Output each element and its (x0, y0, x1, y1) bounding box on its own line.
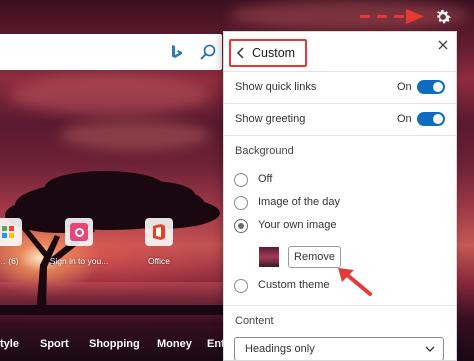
nav-item-lifestyle[interactable]: tyle (0, 338, 19, 350)
background-option-custom-theme[interactable]: Custom theme (234, 277, 434, 295)
annotation-arrow-dash (377, 15, 387, 18)
content-select[interactable]: Headings only (234, 337, 444, 360)
app-icon (0, 218, 22, 246)
quick-link-label: Sign in to you... (49, 256, 109, 266)
annotation-arrow-icon (338, 268, 372, 296)
customize-panel: Custom Show quick links On Show greeting… (223, 31, 457, 361)
radio-button-checked[interactable] (234, 219, 248, 233)
radio-button[interactable] (234, 173, 248, 187)
radio-button[interactable] (234, 196, 248, 210)
quick-links-label: Show quick links (235, 81, 317, 93)
radio-label: Off (258, 173, 273, 185)
content-section-title: Content (235, 315, 274, 327)
remove-image-button[interactable]: Remove (288, 246, 341, 268)
gear-icon (436, 9, 451, 24)
annotation-arrow-head-icon (406, 9, 424, 24)
quick-link-tile[interactable]: Sign in to you... (49, 218, 109, 266)
nav-item-shopping[interactable]: Shopping (89, 338, 140, 350)
divider (224, 305, 456, 306)
greeting-toggle[interactable] (417, 112, 445, 126)
quick-links-state: On (397, 81, 412, 93)
bing-logo-icon[interactable] (167, 43, 185, 61)
settings-gear-button[interactable] (431, 5, 455, 29)
cloud (60, 120, 210, 150)
quick-links-toggle[interactable] (417, 80, 445, 94)
annotation-arrow-dash (394, 15, 404, 18)
panel-header: Custom (224, 32, 456, 72)
quick-link-tile[interactable]: … (6) (0, 218, 38, 266)
background-option-image-of-the-day[interactable]: Image of the day (234, 194, 434, 212)
office-o-icon (65, 218, 93, 246)
radio-label: Image of the day (258, 196, 340, 208)
close-icon[interactable] (436, 38, 450, 52)
quick-link-tile[interactable]: Office (129, 218, 189, 266)
quick-links-row: Show quick links On (224, 72, 456, 104)
radio-label: Custom theme (258, 279, 330, 291)
radio-button[interactable] (234, 279, 248, 293)
radio-label: Your own image (258, 219, 337, 231)
background-section-title: Background (235, 145, 294, 157)
quick-link-label: … (6) (0, 256, 19, 266)
search-icon[interactable] (199, 43, 217, 61)
content-select-value: Headings only (245, 343, 315, 355)
cloud (10, 75, 210, 115)
annotation-arrow-dash (360, 15, 370, 18)
nav-item-money[interactable]: Money (157, 338, 192, 350)
back-to-custom-button[interactable]: Custom (229, 39, 307, 67)
quick-link-label: Office (147, 256, 171, 266)
background-option-own-image[interactable]: Your own image (234, 217, 434, 235)
nav-item-sport[interactable]: Sport (40, 338, 69, 350)
chevron-left-icon (236, 47, 244, 59)
greeting-row: Show greeting On (224, 104, 456, 136)
greeting-state: On (397, 113, 412, 125)
search-bar[interactable] (0, 34, 222, 70)
greeting-label: Show greeting (235, 113, 306, 125)
background-option-off[interactable]: Off (234, 171, 434, 189)
nav-item-entertainment[interactable]: Ente (207, 338, 223, 350)
panel-title: Custom (252, 46, 296, 60)
chevron-down-icon (425, 346, 435, 352)
own-image-thumbnail (259, 247, 279, 267)
office-icon (145, 218, 173, 246)
